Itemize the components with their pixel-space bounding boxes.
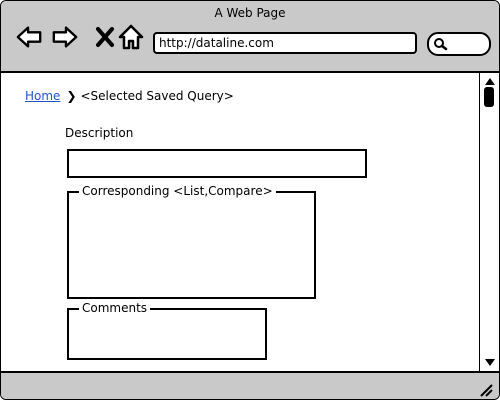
comments-group[interactable]: Comments (67, 301, 267, 360)
scroll-up-icon[interactable] (484, 76, 496, 86)
breadcrumb-home-link[interactable]: Home (25, 89, 60, 103)
corresponding-legend: Corresponding <List,Compare> (79, 184, 276, 198)
scroll-down-icon[interactable] (484, 358, 496, 368)
address-bar[interactable]: http://dataline.com (153, 32, 417, 54)
breadcrumb-separator-icon: ❯ (66, 89, 77, 103)
page-content: Home ❯ <Selected Saved Query> Description … (1, 73, 479, 371)
search-icon (434, 38, 448, 51)
back-arrow-icon[interactable] (15, 23, 43, 51)
description-label: Description (65, 126, 134, 140)
breadcrumb-current: <Selected Saved Query> (80, 89, 234, 103)
search-box[interactable] (427, 32, 491, 56)
corresponding-group: Corresponding <List,Compare> (67, 184, 316, 299)
breadcrumb: Home ❯ <Selected Saved Query> (25, 89, 234, 103)
status-bar (1, 371, 499, 399)
description-input[interactable] (67, 149, 367, 178)
vertical-scrollbar[interactable] (479, 73, 499, 371)
browser-toolbar: A Web Page http://dataline.com (1, 1, 499, 73)
comments-legend: Comments (79, 301, 151, 315)
home-icon[interactable] (117, 23, 145, 51)
browser-window: A Web Page http://dataline.com Home ❯ <Sel… (0, 0, 500, 400)
forward-arrow-icon[interactable] (51, 23, 79, 51)
scroll-thumb[interactable] (484, 87, 494, 107)
close-x-icon[interactable] (91, 23, 119, 51)
resize-grip-icon[interactable] (477, 381, 493, 397)
window-title: A Web Page (214, 6, 286, 20)
